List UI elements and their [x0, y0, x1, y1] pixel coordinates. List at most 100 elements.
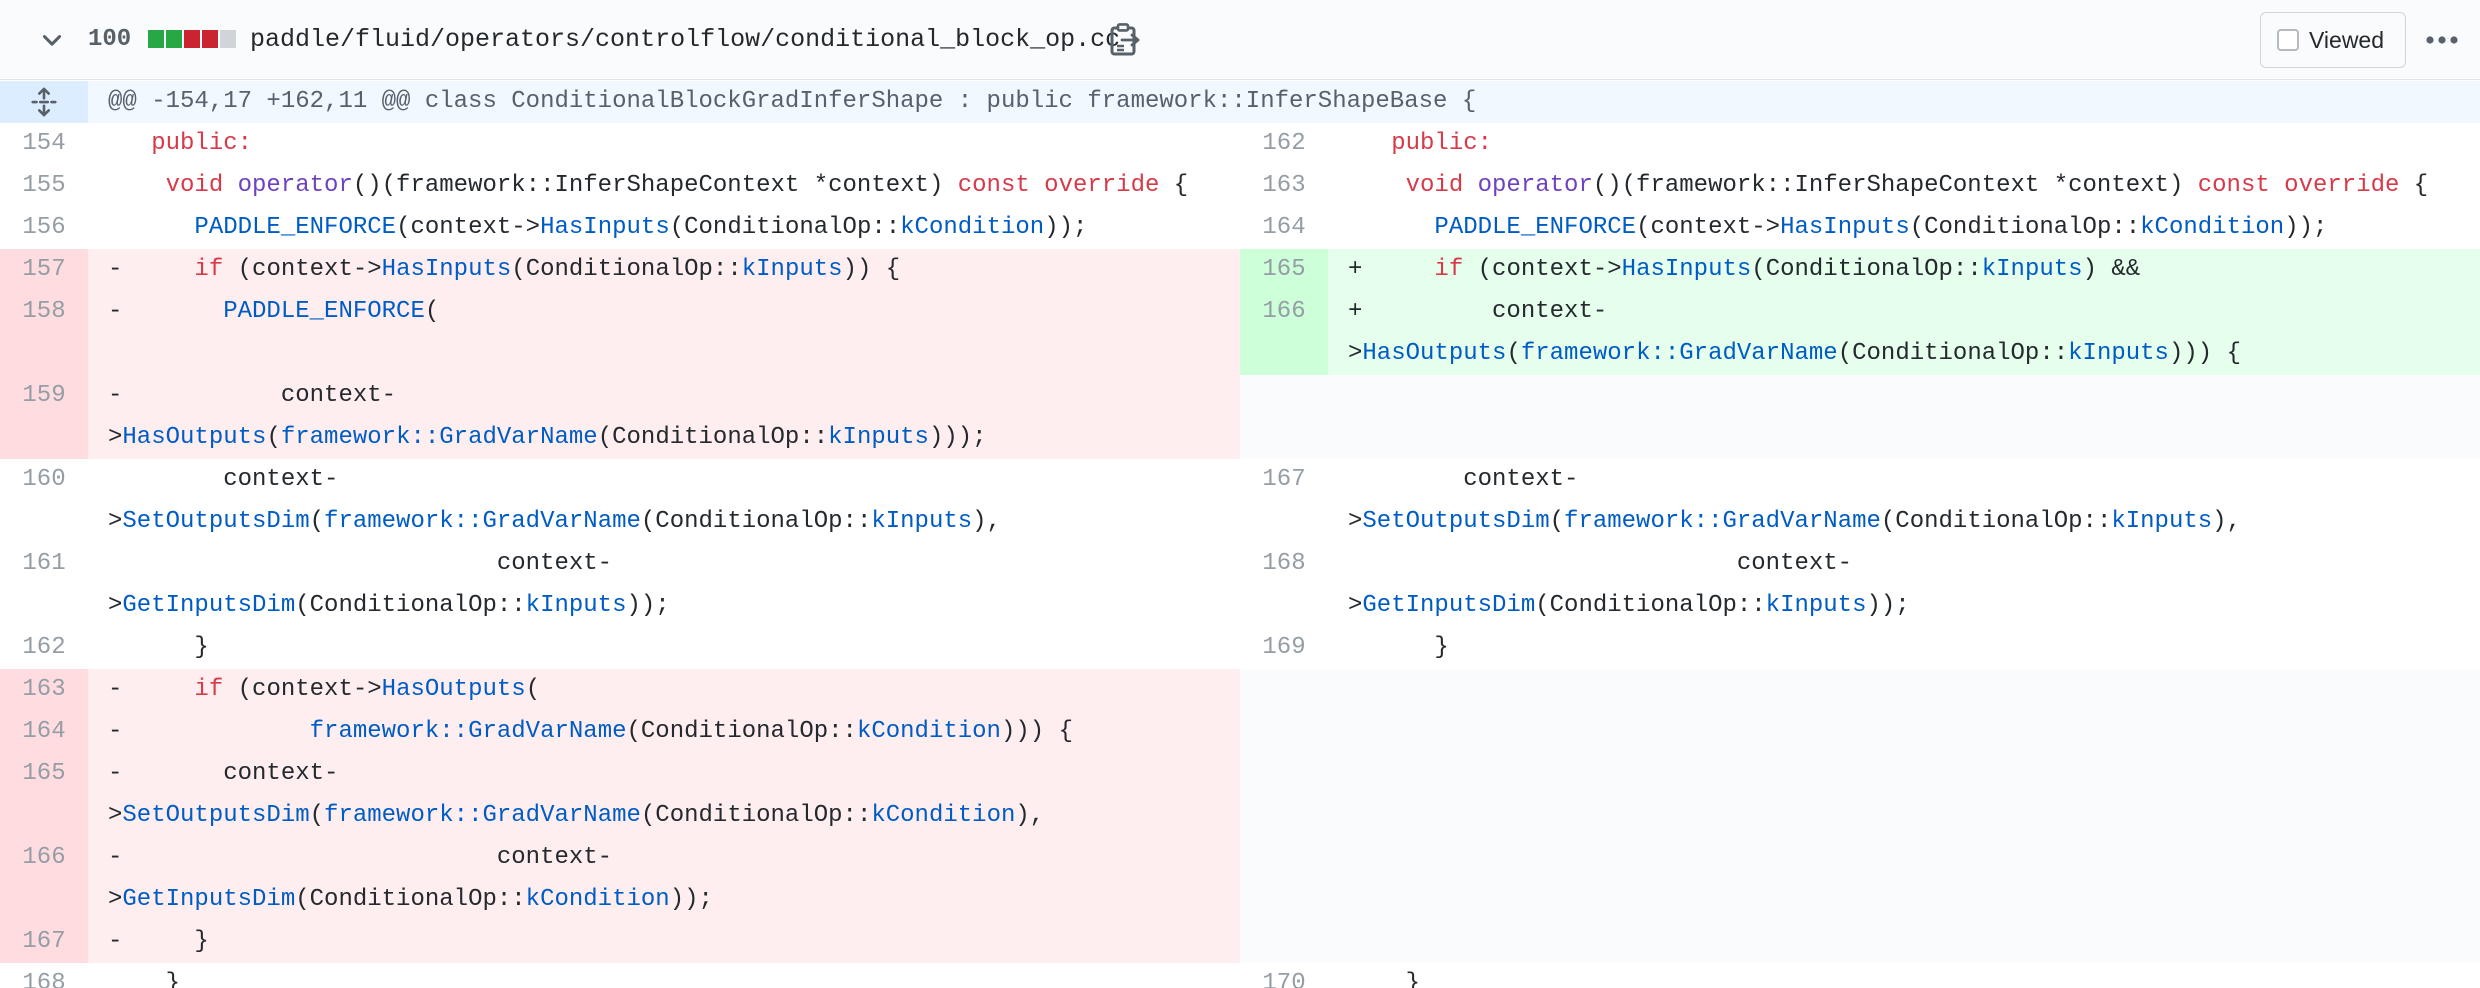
viewed-label: Viewed — [2309, 26, 2385, 53]
line-number[interactable]: 164 — [0, 711, 88, 753]
code-token: kCondition — [900, 214, 1045, 241]
line-number[interactable]: 168 — [0, 963, 88, 988]
copy-path-button[interactable] — [1108, 22, 1142, 58]
code-token: framework::GradVarName — [324, 508, 641, 535]
code-line — [1328, 837, 2480, 921]
code-line: context- >SetOutputsDim(framework::GradV… — [1328, 459, 2480, 543]
line-number[interactable]: 162 — [1240, 123, 1328, 165]
code-token: ), — [2212, 508, 2241, 535]
code-token: ()(framework::InferShapeContext *context… — [1592, 172, 2198, 199]
line-number[interactable]: 157 — [0, 249, 88, 291]
line-number[interactable]: 162 — [0, 627, 88, 669]
code-token: kInputs — [1981, 256, 2083, 283]
code-token: ( — [266, 424, 281, 451]
diffstat-block — [184, 30, 200, 48]
code-line: context- >GetInputsDim(ConditionalOp::kI… — [1328, 543, 2480, 627]
viewed-checkbox[interactable] — [2277, 29, 2299, 51]
line-number[interactable]: 154 — [0, 123, 88, 165]
chevron-down-icon — [42, 35, 62, 46]
line-number[interactable]: 166 — [1240, 291, 1328, 375]
left-side-line: 157- if (context->HasInputs(ConditionalO… — [0, 249, 1240, 291]
code-token: { — [1159, 172, 1189, 199]
code-token: kInputs — [525, 592, 627, 619]
code-token: > — [1348, 592, 1363, 619]
left-side-line: 166- context- >GetInputsDim(ConditionalO… — [0, 837, 1240, 921]
left-side-line: 168 } — [0, 963, 1240, 988]
right-side-line: 163 void operator()(framework::InferShap… — [1240, 165, 2480, 207]
line-number[interactable]: 167 — [0, 921, 88, 963]
code-token: (ConditionalOp:: — [1535, 592, 1766, 619]
code-token: kInputs — [2068, 340, 2169, 367]
line-number[interactable]: 155 — [0, 165, 88, 207]
file-actions-button[interactable] — [2422, 22, 2462, 58]
code-line: - if (context->HasInputs(ConditionalOp::… — [88, 249, 1240, 291]
file-path[interactable]: paddle/fluid/operators/controlflow/condi… — [250, 22, 1120, 58]
code-token: GetInputsDim — [1362, 592, 1536, 619]
code-token: > — [1348, 340, 1363, 367]
line-number[interactable]: 170 — [1240, 963, 1328, 988]
code-token: ), — [972, 508, 1001, 535]
line-number[interactable]: 160 — [0, 459, 88, 543]
code-token: - — [108, 718, 310, 745]
line-number — [1240, 921, 1328, 963]
code-token: GetInputsDim — [122, 886, 296, 913]
line-number[interactable]: 167 — [1240, 459, 1328, 543]
diff-row: 158- PADDLE_ENFORCE( 166 + context- >HasO… — [0, 291, 2480, 375]
code-line: } — [1328, 627, 2480, 669]
code-line — [1328, 669, 2480, 711]
collapse-toggle-button[interactable] — [36, 24, 68, 56]
left-side-line: 160 context- >SetOutputsDim(framework::G… — [0, 459, 1240, 543]
diffstat-count: 100 — [88, 26, 132, 53]
code-token: public — [151, 130, 238, 157]
diff-row: 160 context- >SetOutputsDim(framework::G… — [0, 459, 2480, 543]
diff-row: 156 PADDLE_ENFORCE(context->HasInputs(Co… — [0, 207, 2480, 249]
code-line: public: — [1328, 123, 2480, 165]
code-token: ))); — [928, 424, 987, 451]
code-token: (context-> — [223, 256, 382, 283]
line-number[interactable]: 163 — [1240, 165, 1328, 207]
line-number[interactable]: 161 — [0, 543, 88, 627]
viewed-button[interactable]: Viewed — [2260, 12, 2406, 68]
expand-hunk-button[interactable] — [0, 81, 88, 123]
line-number[interactable]: 165 — [0, 753, 88, 837]
code-token: void — [1405, 172, 1464, 199]
line-number[interactable]: 164 — [1240, 207, 1328, 249]
code-line: PADDLE_ENFORCE(context->HasInputs(Condit… — [88, 207, 1240, 249]
line-number[interactable]: 165 — [1240, 249, 1328, 291]
code-line — [1328, 375, 2480, 459]
code-token: ( — [1506, 340, 1521, 367]
code-token: + context- — [1348, 298, 1608, 325]
line-number[interactable]: 163 — [0, 669, 88, 711]
line-number[interactable]: 166 — [0, 837, 88, 921]
code-token: context- — [1348, 466, 1579, 493]
line-number[interactable]: 159 — [0, 375, 88, 459]
code-token: - context- — [108, 760, 339, 787]
code-token: )) { — [842, 256, 901, 283]
hunk-header-row: @@ -154,17 +162,11 @@ class ConditionalB… — [0, 81, 2480, 123]
code-line: - PADDLE_ENFORCE( — [88, 291, 1240, 375]
line-number[interactable]: 169 — [1240, 627, 1328, 669]
code-token: if — [194, 676, 224, 703]
right-side-line: 170 } — [1240, 963, 2480, 988]
code-token: (ConditionalOp:: — [1909, 214, 2141, 241]
code-line: - if (context->HasOutputs( — [88, 669, 1240, 711]
code-token: (ConditionalOp:: — [640, 802, 872, 829]
code-token: (ConditionalOp:: — [640, 508, 872, 535]
code-token: ( — [309, 508, 325, 535]
code-token: - } — [108, 928, 209, 955]
line-number[interactable]: 158 — [0, 291, 88, 375]
line-number[interactable]: 168 — [1240, 543, 1328, 627]
code-token: kInputs — [871, 508, 973, 535]
code-token: HasInputs — [1621, 256, 1752, 283]
code-token: HasInputs — [381, 256, 512, 283]
line-number[interactable]: 156 — [0, 207, 88, 249]
diff-row: 161 context- >GetInputsDim(ConditionalOp… — [0, 543, 2480, 627]
code-token: (context-> — [1636, 214, 1781, 241]
hunk-header-text: @@ -154,17 +162,11 @@ class ConditionalB… — [108, 88, 1477, 115]
code-token: kInputs — [2111, 508, 2213, 535]
